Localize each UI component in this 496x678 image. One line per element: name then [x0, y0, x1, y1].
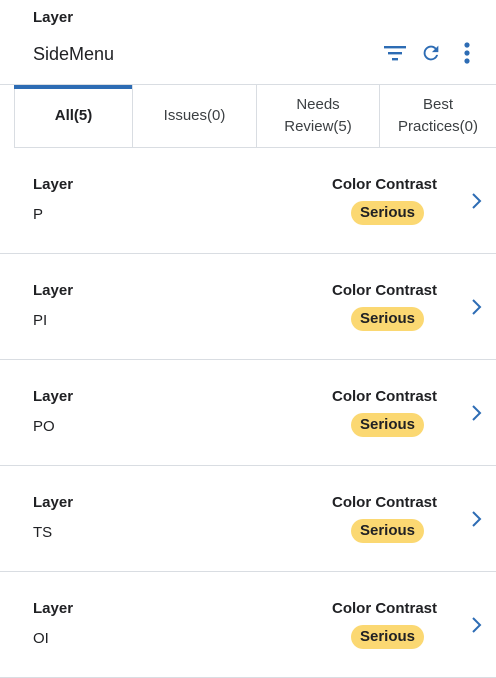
item-rule-name: Color Contrast — [332, 282, 437, 299]
tab-best-practices-label-line1: Best — [422, 96, 453, 113]
item-element-label: Layer — [33, 494, 74, 511]
refresh-icon — [423, 45, 439, 61]
tab-needs-review[interactable]: Needs Review(5) — [256, 85, 379, 147]
chevron-right-icon — [472, 511, 482, 527]
more-options-button[interactable] — [450, 38, 484, 68]
panel-header: Layer SideMenu — [0, 0, 496, 85]
item-element-label: Layer — [33, 600, 74, 617]
tab-issues-label: Issues(0) — [163, 107, 226, 124]
tab-all-label: All(5) — [54, 107, 93, 124]
tab-needs-review-label-line2: Review(5) — [284, 118, 352, 135]
item-rule-name: Color Contrast — [332, 600, 437, 617]
tab-best-practices[interactable]: Best Practices(0) — [379, 85, 496, 147]
item-element-name: TS — [33, 524, 53, 541]
severity-badge: Serious — [350, 307, 424, 331]
tab-all[interactable]: All(5) — [14, 85, 132, 147]
item-rule-name: Color Contrast — [332, 176, 437, 193]
tab-needs-review-label-line1: Needs — [296, 96, 340, 113]
chevron-right-icon — [472, 617, 482, 633]
page-title: SideMenu — [33, 44, 115, 64]
item-element-name: PI — [33, 312, 48, 329]
severity-badge: Serious — [350, 519, 424, 543]
chevron-right-icon — [472, 299, 482, 315]
item-rule-name: Color Contrast — [332, 388, 437, 405]
tab-best-practices-label-line2: Practices(0) — [397, 118, 479, 135]
item-element-label: Layer — [33, 176, 74, 193]
severity-badge: Serious — [350, 413, 424, 437]
severity-badge: Serious — [350, 201, 424, 225]
chevron-right-icon — [472, 193, 482, 209]
list-item[interactable]: Layer PI Color Contrast Serious — [0, 254, 496, 360]
severity-badge: Serious — [350, 625, 424, 649]
list-item[interactable]: Layer PO Color Contrast Serious — [0, 360, 496, 466]
header-subtitle: Layer — [33, 9, 74, 26]
tab-issues[interactable]: Issues(0) — [132, 85, 256, 147]
list-item[interactable]: Layer P Color Contrast Serious — [0, 148, 496, 254]
filter-icon — [384, 46, 406, 61]
list-item[interactable]: Layer TS Color Contrast Serious — [0, 466, 496, 572]
results-list: Layer P Color Contrast Serious Layer PI … — [0, 148, 496, 678]
item-rule-name: Color Contrast — [332, 494, 437, 511]
filter-tabs: All(5) Issues(0) Needs Review(5) Best Pr… — [14, 85, 496, 148]
item-element-label: Layer — [33, 388, 74, 405]
filter-button[interactable] — [378, 38, 412, 68]
item-element-name: OI — [33, 630, 49, 647]
item-element-name: PO — [33, 418, 55, 435]
item-element-name: P — [33, 206, 44, 223]
more-vert-icon — [464, 42, 470, 64]
header-toolbar — [376, 38, 484, 68]
list-item[interactable]: Layer OI Color Contrast Serious — [0, 572, 496, 678]
chevron-right-icon — [472, 405, 482, 421]
item-element-label: Layer — [33, 282, 74, 299]
refresh-button[interactable] — [414, 38, 448, 68]
